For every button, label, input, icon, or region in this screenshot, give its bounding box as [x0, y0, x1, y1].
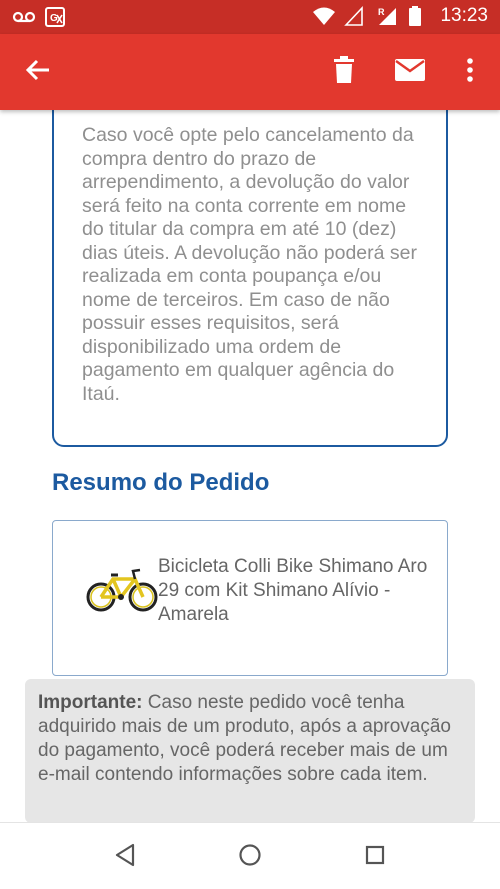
product-card[interactable]: Bicicleta Colli Bike Shimano Aro 29 com … [52, 520, 448, 676]
refund-info-card: Caso você opte pelo cancelamento da comp… [52, 110, 448, 447]
app-bar [0, 34, 500, 110]
order-summary-title: Resumo do Pedido [52, 469, 270, 496]
bicycle-icon [85, 565, 159, 613]
translate-icon: G [44, 6, 66, 28]
delete-button[interactable] [320, 48, 368, 96]
svg-text:R: R [378, 7, 385, 17]
nav-back-button[interactable] [111, 843, 139, 871]
product-name[interactable]: Bicicleta Colli Bike Shimano Aro 29 com … [158, 555, 428, 627]
navigation-bar [0, 822, 500, 889]
trash-icon [332, 55, 356, 89]
status-time: 13:23 [440, 5, 488, 26]
nav-back-icon [114, 843, 136, 872]
battery-icon [408, 5, 430, 27]
signal-empty-icon [344, 5, 366, 27]
important-notice: Importante: Caso neste pedido você tenha… [25, 679, 475, 822]
nav-home-icon [238, 843, 262, 872]
arrow-back-icon [24, 56, 52, 89]
back-button[interactable] [14, 48, 62, 96]
signal-roaming-icon: R [376, 5, 398, 27]
mail-icon [394, 58, 426, 87]
more-options-button[interactable] [446, 48, 494, 96]
email-body[interactable]: Caso você opte pelo cancelamento da comp… [0, 110, 500, 822]
notice-label: Importante: [38, 692, 143, 713]
nav-recent-button[interactable] [361, 843, 389, 871]
more-vert-icon [466, 57, 474, 88]
wifi-icon [312, 5, 336, 27]
status-bar: G R 13:23 [0, 0, 500, 34]
voicemail-icon [12, 6, 36, 28]
nav-home-button[interactable] [236, 843, 264, 871]
refund-info-text: Caso você opte pelo cancelamento da comp… [82, 124, 417, 405]
nav-recent-icon [364, 844, 386, 871]
mark-unread-button[interactable] [386, 48, 434, 96]
